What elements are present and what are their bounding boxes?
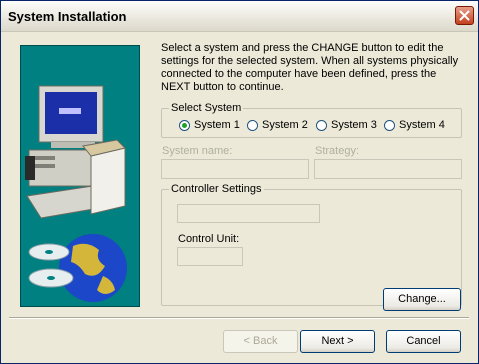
select-system-label: Select System — [169, 102, 244, 115]
dialog-client-area: Select a system and press the CHANGE but… — [1, 32, 478, 363]
radio-system-3[interactable]: System 3 — [316, 118, 377, 132]
control-unit-field — [177, 247, 243, 266]
strategy-field — [314, 159, 462, 179]
radio-button[interactable] — [316, 119, 327, 131]
radio-label: System 4 — [399, 119, 445, 131]
radio-system-2[interactable]: System 2 — [247, 118, 308, 132]
radio-label: System 3 — [331, 119, 377, 131]
window-title: System Installation — [8, 9, 127, 24]
radio-system-4[interactable]: System 4 — [384, 118, 445, 132]
installation-illustration — [20, 45, 140, 307]
strategy-label: Strategy: — [315, 145, 360, 157]
close-button[interactable] — [455, 6, 474, 25]
radio-system-1[interactable]: System 1 — [179, 118, 240, 132]
cancel-button[interactable]: Cancel — [386, 330, 461, 353]
system-name-field — [161, 159, 309, 179]
controller-settings-label: Controller Settings — [169, 183, 264, 196]
close-icon — [459, 10, 470, 21]
title-bar[interactable]: System Installation — [1, 1, 478, 32]
radio-label: System 2 — [262, 119, 308, 131]
radio-button-checked[interactable] — [179, 119, 190, 131]
controller-field — [177, 204, 320, 223]
radio-label: System 1 — [194, 119, 240, 131]
system-installation-dialog: System Installation Select a system and … — [0, 0, 479, 364]
dialog-separator — [9, 317, 469, 319]
radio-button[interactable] — [384, 119, 395, 131]
computer-and-globe-icon — [25, 85, 127, 302]
radio-button[interactable] — [247, 119, 258, 131]
next-button[interactable]: Next > — [300, 330, 375, 353]
select-system-group: Select System System 1 System 2 System 3… — [161, 102, 462, 138]
control-unit-label: Control Unit: — [178, 233, 240, 245]
change-button[interactable]: Change... — [383, 288, 461, 311]
system-name-label: System name: — [162, 145, 233, 157]
back-button[interactable]: < Back — [223, 330, 298, 353]
instruction-text: Select a system and press the CHANGE but… — [161, 42, 459, 93]
